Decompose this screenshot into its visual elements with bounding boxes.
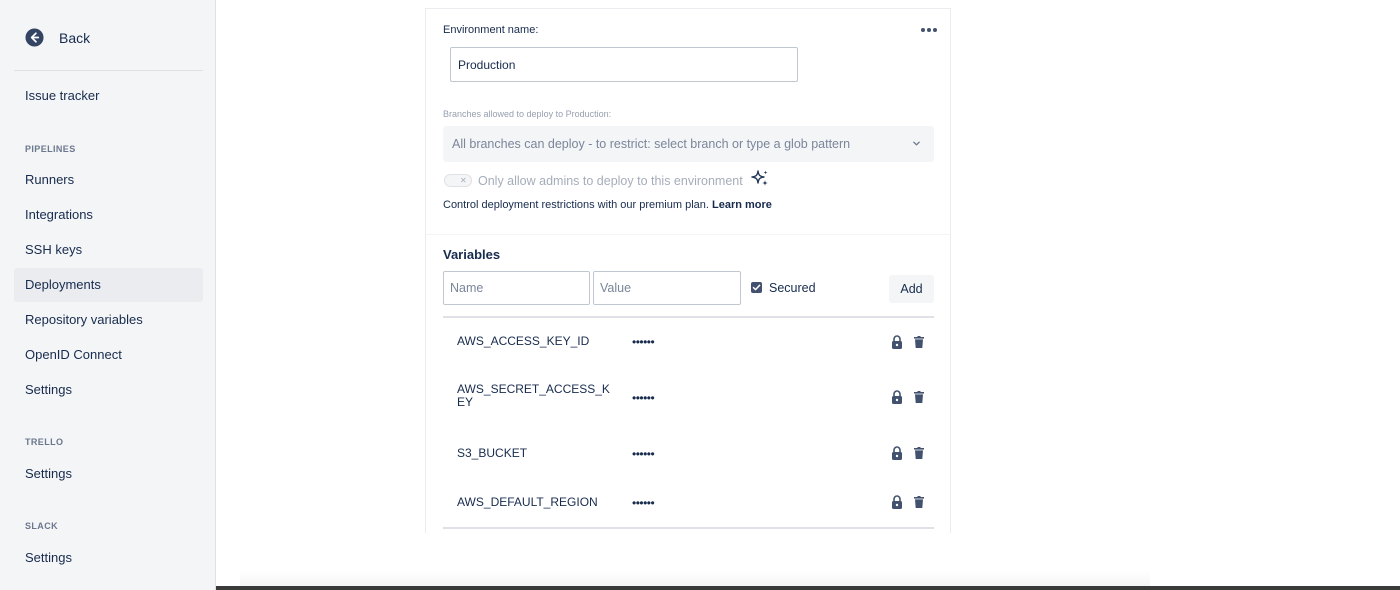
window-bottom-edge	[216, 586, 1400, 590]
sidebar-item-openid-connect[interactable]: OpenID Connect	[14, 338, 203, 372]
chevron-down-icon	[913, 141, 920, 146]
sidebar-section-trello: TRELLO	[25, 437, 64, 447]
sidebar-item-trello-settings[interactable]: Settings	[14, 457, 203, 491]
lock-icon	[892, 446, 902, 460]
admin-only-toggle[interactable]: ✕	[444, 174, 472, 187]
table-row: AWS_DEFAULT_REGION ••••••	[443, 478, 934, 527]
toggle-off-icon: ✕	[460, 176, 467, 185]
sidebar-item-pipelines-settings[interactable]: Settings	[14, 373, 203, 407]
trash-icon[interactable]	[914, 496, 924, 508]
sidebar-item-ssh-keys[interactable]: SSH keys	[14, 233, 203, 267]
sidebar-item-deployments[interactable]: Deployments	[14, 268, 203, 302]
more-horizontal-icon[interactable]	[920, 27, 938, 33]
sidebar-item-integrations[interactable]: Integrations	[14, 198, 203, 232]
sparkle-icon	[751, 170, 768, 186]
variable-name: AWS_DEFAULT_REGION	[457, 495, 598, 509]
back-label: Back	[59, 29, 91, 46]
sidebar: Back Issue tracker PIPELINES Runners Int…	[0, 0, 216, 590]
trash-icon[interactable]	[914, 447, 924, 459]
lock-icon	[892, 390, 902, 404]
variable-name-input[interactable]	[443, 271, 590, 305]
variable-name: S3_BUCKET	[457, 446, 528, 460]
back-button[interactable]: Back	[25, 28, 90, 47]
variable-value: ••••••	[632, 335, 655, 349]
table-row: AWS_SECRET_ACCESS_KEY ••••••	[443, 366, 934, 430]
secured-checkbox[interactable]	[751, 282, 762, 293]
table-row: AWS_ACCESS_KEY_ID ••••••	[443, 318, 934, 366]
sidebar-section-pipelines: PIPELINES	[25, 144, 76, 154]
trash-icon[interactable]	[914, 391, 924, 403]
environment-name-label: Environment name:	[443, 24, 539, 36]
sidebar-item-runners[interactable]: Runners	[14, 163, 203, 197]
variable-name: AWS_ACCESS_KEY_ID	[457, 334, 590, 348]
variable-value: ••••••	[632, 496, 655, 510]
branches-label: Branches allowed to deploy to Production…	[443, 109, 612, 119]
trash-icon[interactable]	[914, 336, 924, 348]
branch-select-placeholder: All branches can deploy - to restrict: s…	[452, 137, 851, 151]
secured-label: Secured	[769, 281, 816, 295]
sidebar-divider	[14, 70, 203, 71]
lock-icon	[892, 335, 902, 349]
variables-table-bottom-border	[443, 527, 934, 529]
environment-panel: Environment name: Branches allowed to de…	[425, 8, 951, 533]
arrow-left-circle-icon	[25, 28, 44, 47]
environment-name-input[interactable]	[450, 47, 798, 82]
sidebar-item-slack-settings[interactable]: Settings	[14, 541, 203, 575]
table-row: S3_BUCKET ••••••	[443, 430, 934, 478]
lock-icon	[892, 495, 902, 509]
section-divider	[426, 234, 950, 235]
premium-text: Control deployment restrictions with our…	[443, 199, 709, 211]
bottom-fade	[240, 570, 1150, 586]
add-variable-button[interactable]: Add	[889, 275, 934, 303]
variable-value: ••••••	[632, 391, 655, 405]
variable-name: AWS_SECRET_ACCESS_KEY	[457, 382, 610, 409]
sidebar-item-repository-variables[interactable]: Repository variables	[14, 303, 203, 337]
branch-select[interactable]: All branches can deploy - to restrict: s…	[443, 126, 934, 162]
premium-note: Control deployment restrictions with our…	[443, 199, 772, 211]
learn-more-link[interactable]: Learn more	[712, 199, 772, 211]
variable-value: ••••••	[632, 447, 655, 461]
sidebar-item-issue-tracker[interactable]: Issue tracker	[14, 79, 203, 113]
variables-title: Variables	[443, 247, 501, 262]
sidebar-section-slack: SLACK	[25, 521, 58, 531]
admin-only-label: Only allow admins to deploy to this envi…	[478, 174, 743, 188]
variable-value-input[interactable]	[593, 271, 741, 305]
